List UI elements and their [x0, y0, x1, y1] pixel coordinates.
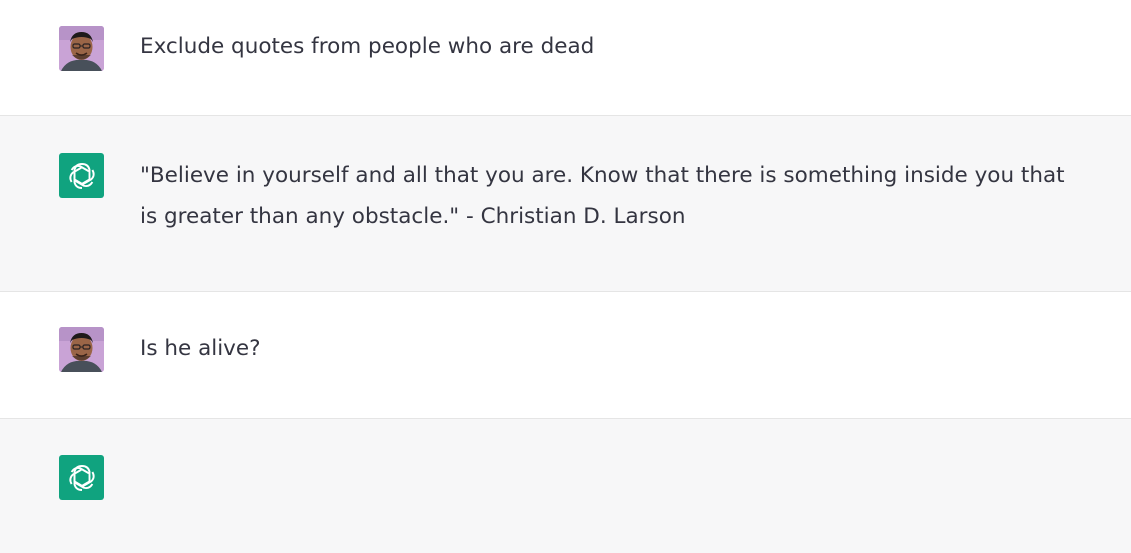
- message-text: Exclude quotes from people who are dead: [140, 34, 595, 59]
- assistant-avatar: [59, 455, 104, 500]
- user-message-row: Exclude quotes from people who are dead: [0, 0, 1131, 116]
- user-avatar: [59, 327, 104, 372]
- user-avatar: [59, 26, 104, 71]
- assistant-message-row: [0, 419, 1131, 553]
- openai-logo-icon: [68, 464, 95, 491]
- assistant-avatar: [59, 153, 104, 198]
- user-avatar-photo: [59, 26, 104, 71]
- message-text: Is he alive?: [140, 336, 261, 361]
- user-message-row: Is he alive?: [0, 292, 1131, 419]
- user-avatar-photo: [59, 327, 104, 372]
- assistant-message-row: "Believe in yourself and all that you ar…: [0, 116, 1131, 292]
- chat-thread: Exclude quotes from people who are dead …: [0, 0, 1131, 553]
- openai-logo-icon: [68, 162, 95, 189]
- message-text: "Believe in yourself and all that you ar…: [140, 163, 1065, 229]
